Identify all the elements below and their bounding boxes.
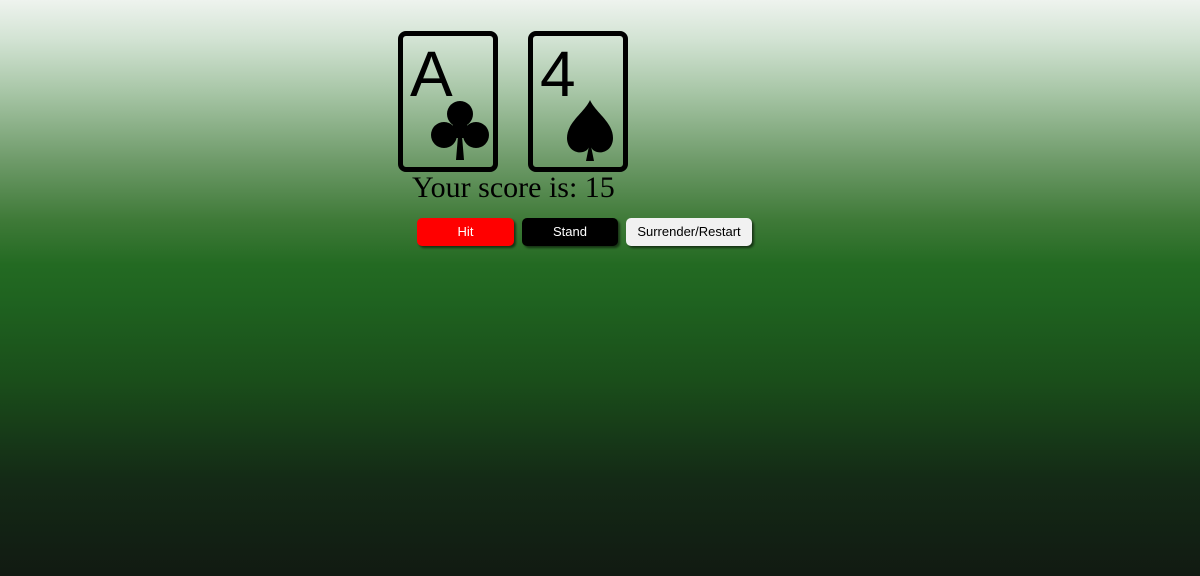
club-icon (431, 101, 489, 160)
surrender-restart-button[interactable]: Surrender/Restart (626, 218, 752, 246)
player-card-four-of-spades: 4 (528, 31, 628, 172)
spade-icon (567, 100, 613, 161)
hit-button[interactable]: Hit (417, 218, 514, 246)
stand-button[interactable]: Stand (522, 218, 618, 246)
game-table: A 4 Your score is: 15 Hit Stand Surrende… (0, 0, 1200, 576)
player-card-ace-of-clubs: A (398, 31, 498, 172)
score-text: Your score is: 15 (412, 171, 615, 204)
